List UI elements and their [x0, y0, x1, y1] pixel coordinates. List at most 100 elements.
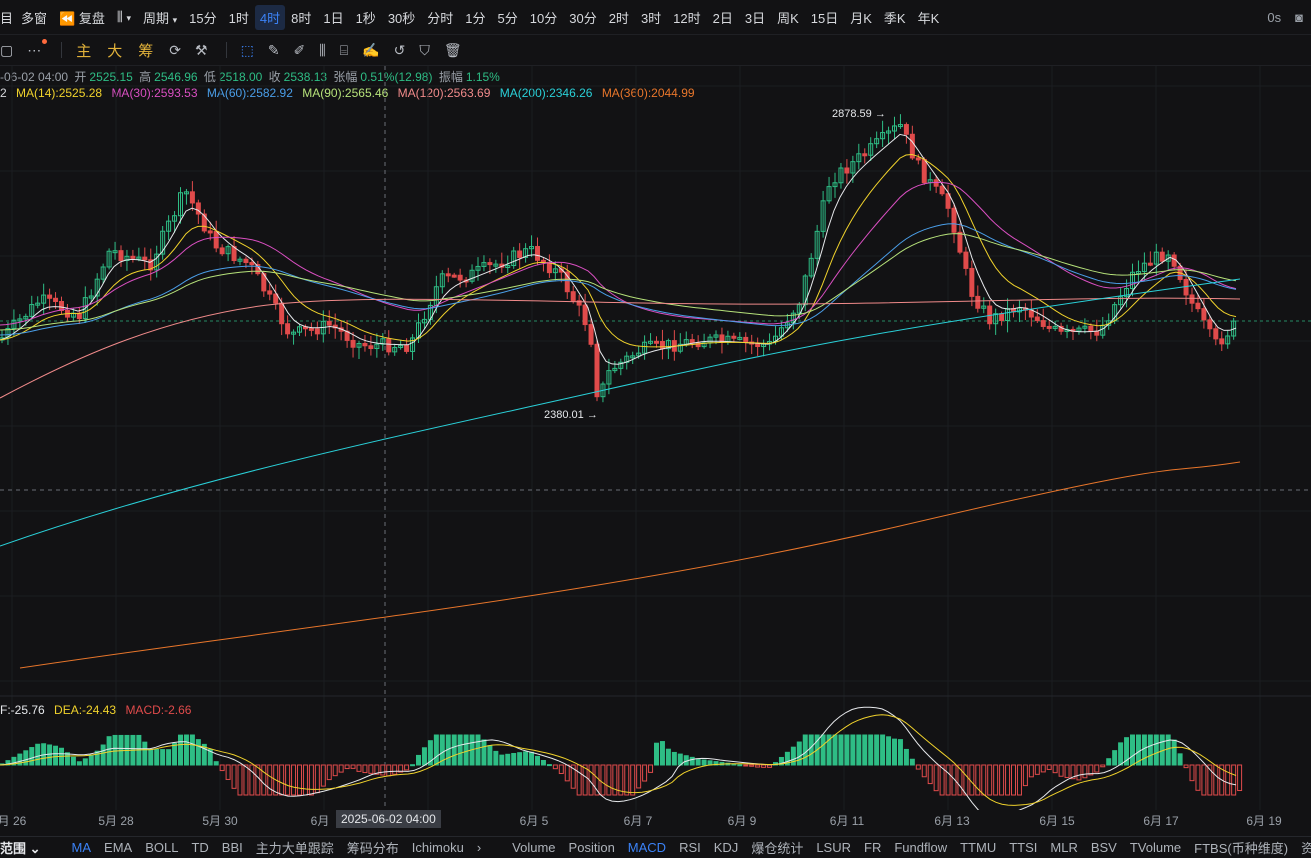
- candle-body: [1195, 302, 1201, 310]
- replay-button[interactable]: ⏪ 复盘: [53, 8, 111, 27]
- more-icon[interactable]: ⋯: [27, 38, 48, 59]
- period-year[interactable]: 年K: [912, 8, 946, 27]
- sub-rsi[interactable]: RSI: [679, 840, 701, 855]
- settings-tool-icon[interactable]: ⚒: [195, 42, 208, 59]
- period-5m[interactable]: 5分: [492, 8, 524, 27]
- sub-tvolume[interactable]: TVolume: [1130, 840, 1181, 855]
- brush-icon[interactable]: ✐: [294, 42, 306, 59]
- chip-button[interactable]: 筹: [138, 40, 153, 61]
- candle-body: [570, 291, 576, 302]
- chart-type-button[interactable]: ⫼ ▾: [111, 9, 137, 25]
- macd-bar: [1046, 764, 1052, 770]
- candles-icon[interactable]: ⫼: [319, 42, 325, 59]
- period-menu[interactable]: 周期 ▾: [137, 8, 183, 27]
- period-12h[interactable]: 12时: [667, 8, 706, 27]
- indicator-boll[interactable]: BOLL: [145, 840, 178, 855]
- period-8h[interactable]: 8时: [285, 8, 317, 27]
- macd-bar: [612, 764, 618, 796]
- sub-ttmu[interactable]: TTMU: [960, 840, 996, 855]
- macd-bar: [1064, 764, 1070, 778]
- period-1h[interactable]: 1时: [223, 8, 255, 27]
- sub-lsur[interactable]: LSUR: [816, 840, 851, 855]
- indicator-ma[interactable]: MA: [72, 840, 92, 855]
- low-price-label: 2380.01 →: [544, 409, 598, 421]
- indicator-chip[interactable]: 筹码分布: [347, 838, 399, 857]
- magnet-icon[interactable]: ↺: [394, 42, 406, 59]
- indicator-td[interactable]: TD: [191, 840, 208, 855]
- macd-bar: [659, 741, 665, 766]
- period-1w[interactable]: 周K: [771, 8, 805, 27]
- kline-chart[interactable]: [0, 66, 1311, 810]
- candle-body: [142, 256, 148, 261]
- sub-fundflow[interactable]: Fundflow: [894, 840, 947, 855]
- period-quarter[interactable]: 季K: [878, 8, 912, 27]
- filter-icon[interactable]: ⛉: [419, 42, 430, 59]
- main-indicator-button[interactable]: 主: [76, 40, 91, 61]
- period-3d[interactable]: 3日: [739, 8, 771, 27]
- period-1m[interactable]: 1分: [459, 8, 491, 27]
- macd-bar: [999, 764, 1005, 796]
- macd-bar: [808, 734, 814, 766]
- period-15d[interactable]: 15日: [805, 8, 844, 27]
- ruler-icon[interactable]: ⌸: [340, 42, 348, 59]
- candle-body: [243, 258, 249, 264]
- trash-icon[interactable]: 🗑: [444, 42, 462, 59]
- period-1s[interactable]: 1秒: [350, 8, 382, 27]
- candle-body: [1040, 320, 1046, 327]
- chevron-down-icon: ▾: [126, 13, 131, 23]
- sub-mlr[interactable]: MLR: [1050, 840, 1077, 855]
- sub-macd[interactable]: MACD: [628, 840, 666, 855]
- macd-bar: [850, 734, 856, 766]
- candle-body: [285, 323, 291, 335]
- divider: [61, 42, 63, 58]
- macd-bar: [1177, 753, 1183, 766]
- period-30s[interactable]: 30秒: [382, 8, 421, 27]
- period-4h[interactable]: 4时: [254, 4, 286, 30]
- indicator-big-order[interactable]: 主力大单跟踪: [256, 838, 334, 857]
- indicator-bbi[interactable]: BBI: [222, 840, 243, 855]
- date-tick: 6月 11: [829, 814, 865, 828]
- camera-icon[interactable]: ◙: [1295, 10, 1303, 25]
- macd-bar: [1112, 750, 1118, 766]
- sub-position[interactable]: Position: [569, 840, 615, 855]
- cursor-tool-icon[interactable]: ⬚: [241, 42, 254, 59]
- period-timeline[interactable]: 分时: [421, 8, 459, 27]
- range-menu[interactable]: 范围 ⌄: [0, 838, 41, 857]
- note-icon[interactable]: ✍: [362, 42, 379, 59]
- macd-bar: [1195, 764, 1201, 791]
- date-tick: 6月 5: [519, 814, 549, 828]
- sub-ftbs[interactable]: FTBS(币种维度): [1194, 838, 1288, 857]
- indicator-icon[interactable]: ⟳: [169, 42, 181, 59]
- layout-button[interactable]: 目: [0, 8, 15, 27]
- macd-bar: [981, 764, 987, 796]
- sub-kdj[interactable]: KDJ: [714, 840, 739, 855]
- period-3h[interactable]: 3时: [635, 8, 667, 27]
- sub-liquidation[interactable]: 爆仓统计: [751, 838, 803, 857]
- macd-bar: [261, 764, 267, 796]
- period-15m[interactable]: 15分: [183, 8, 222, 27]
- candle-body: [1219, 338, 1225, 345]
- candle-body: [487, 262, 493, 266]
- sub-ttsi[interactable]: TTSI: [1009, 840, 1037, 855]
- period-1mo[interactable]: 月K: [844, 8, 878, 27]
- period-1d[interactable]: 1日: [317, 8, 349, 27]
- sub-bsv[interactable]: BSV: [1091, 840, 1117, 855]
- period-2d[interactable]: 2日: [707, 8, 739, 27]
- macd-bar: [225, 764, 231, 780]
- period-2h[interactable]: 2时: [603, 8, 635, 27]
- candle-body: [933, 179, 939, 187]
- indicator-ichimoku[interactable]: Ichimoku: [412, 840, 464, 855]
- chevron-right-icon[interactable]: ›: [477, 840, 481, 855]
- period-30m[interactable]: 30分: [563, 8, 602, 27]
- sub-fund-flow[interactable]: 资金流: [1301, 838, 1311, 857]
- sub-fr[interactable]: FR: [864, 840, 881, 855]
- square-icon[interactable]: ▢: [0, 42, 13, 59]
- big-order-button[interactable]: 大: [107, 40, 122, 61]
- period-10m[interactable]: 10分: [524, 8, 563, 27]
- macd-bar: [796, 741, 802, 766]
- pen-icon[interactable]: ✎: [268, 42, 280, 59]
- sub-volume[interactable]: Volume: [512, 840, 555, 855]
- multi-window-button[interactable]: 多窗: [15, 8, 53, 27]
- macd-bar: [237, 764, 243, 796]
- indicator-ema[interactable]: EMA: [104, 840, 132, 855]
